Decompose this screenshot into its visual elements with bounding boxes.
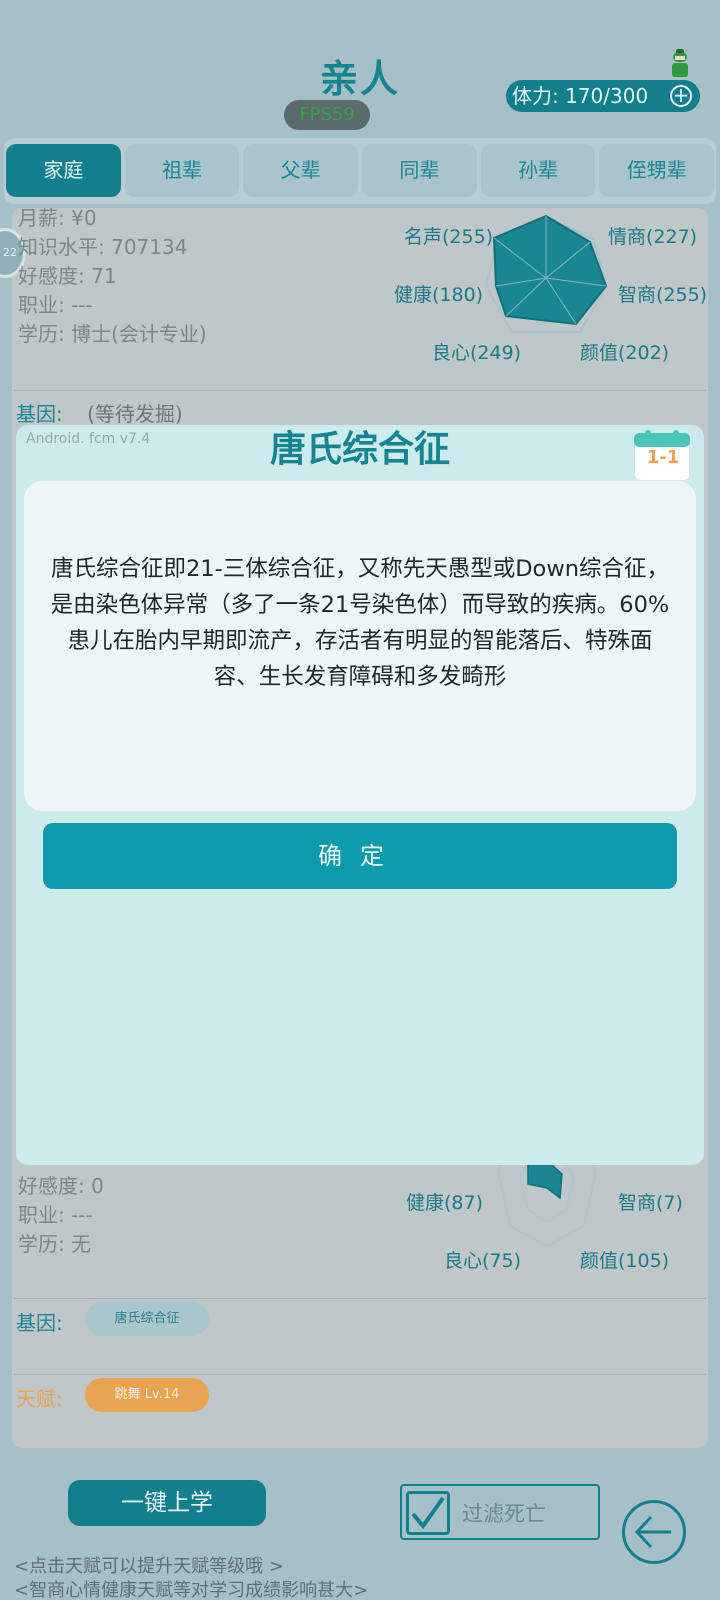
member2-talent-label: 天赋: [16,1387,63,1411]
member2-gene-label: 基因: [16,1311,63,1335]
tab-grandchildren[interactable]: 孙辈 [480,144,596,197]
dialog-title: 唐氏综合征 [269,429,450,470]
tab-parents[interactable]: 父辈 [243,144,359,197]
back-button[interactable] [622,1500,686,1564]
member1-education: 学历: 博士(会计专业) [18,322,207,346]
tab-family[interactable]: 家庭 [6,144,121,197]
stamina-bar: 体力: 170/300 + [506,80,700,112]
tab-grandparents[interactable]: 祖辈 [124,144,240,197]
radar2-health: 健康(87) [406,1192,484,1214]
member1-job: 职业: --- [18,293,93,317]
member2-job: 职业: --- [18,1203,93,1227]
divider [14,1374,706,1375]
member1-knowledge: 知识水平: 707134 [18,235,188,259]
checkmark-icon [411,1496,445,1530]
calendar-icon: 1-1 [630,425,696,483]
relation-tabs: 家庭 祖辈 父辈 同辈 孙辈 侄甥辈 [4,138,716,204]
filter-dead-checkbox[interactable]: 过滤死亡 [400,1484,600,1540]
gene-value: (等待发掘) [87,402,183,426]
radar-health: 健康(180) [394,284,484,306]
dialog-body: 唐氏综合征即21-三体综合征，又称先天愚型或Down综合征，是由染色体异常（多了… [24,481,696,811]
member2-info: 好感度: 0 职业: --- 学历: 无 [18,1172,104,1259]
fps-counter: FPS59 [284,100,370,130]
member2-affinity: 好感度: 0 [18,1174,104,1198]
radar-eq: 情商(227) [608,226,698,248]
stamina-text: 体力: 170/300 [512,84,649,108]
radar2-iq: 智商(7) [618,1192,683,1214]
mascot-icon [672,49,688,77]
divider [14,1298,706,1299]
info-dialog: Android. fcm v7.4 唐氏综合征 1-1 唐氏综合征即21-三体综… [16,425,704,1165]
tab-siblings[interactable]: 同辈 [362,144,477,197]
member1-affinity: 好感度: 71 [18,264,117,288]
tip-talent: <点击天赋可以提升天赋等级哦 > [14,1556,284,1577]
filter-label: 过滤死亡 [462,1502,546,1526]
checkbox[interactable] [406,1491,450,1535]
radar-looks: 颜值(202) [580,342,670,364]
talent-pill-dance[interactable]: 跳舞 Lv.14 [85,1378,209,1412]
tip-study: <智商心情健康天赋等对学习成绩影响甚大> [14,1580,369,1600]
radar-iq: 智商(255) [618,284,708,306]
gene-pill-down-syndrome[interactable]: 唐氏综合征 [85,1302,209,1336]
one-click-school-button[interactable]: 一键上学 [68,1480,266,1526]
calendar-date: 1-1 [646,447,680,468]
member1-info: 月薪: ¥0 知识水平: 707134 好感度: 71 职业: --- 学历: … [18,204,207,349]
divider [14,390,706,391]
radar-conscience: 良心(249) [432,342,522,364]
tab-nephews[interactable]: 侄甥辈 [599,144,715,197]
member2-education: 学历: 无 [18,1232,92,1256]
radar2-conscience: 良心(75) [444,1250,522,1272]
confirm-button[interactable]: 确定 [43,823,677,889]
gene-label: 基因: [16,402,63,426]
radar2-looks: 颜值(105) [580,1250,670,1272]
add-stamina-button[interactable]: + [670,85,692,107]
radar-fame: 名声(255) [404,226,494,248]
member1-gene-row: 基因: (等待发掘) [16,398,183,427]
member1-radar-chart [484,214,608,333]
arrow-left-icon [634,1515,671,1549]
member1-salary: 月薪: ¥0 [18,206,97,230]
